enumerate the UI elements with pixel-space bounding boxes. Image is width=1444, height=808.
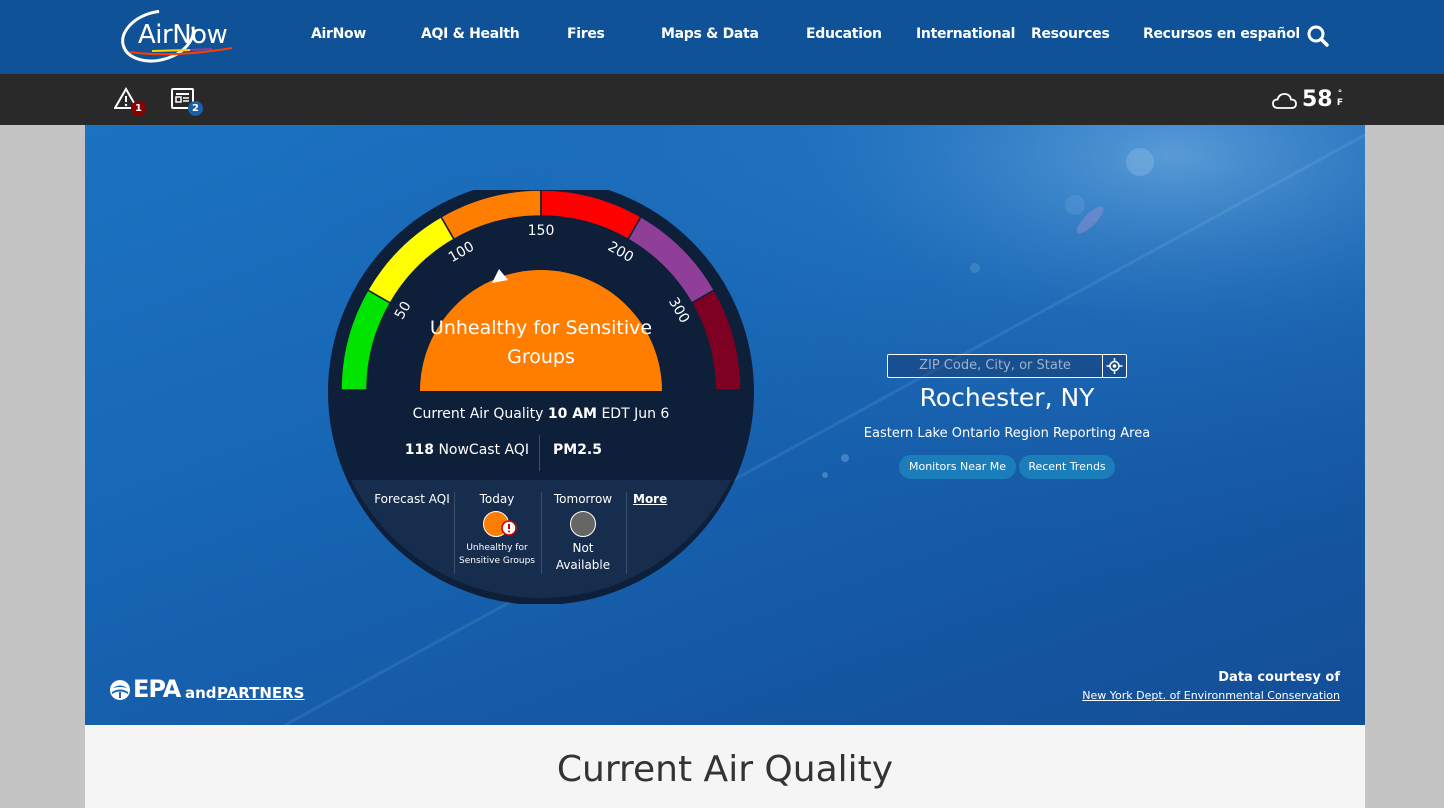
alerts-button[interactable]: 1 bbox=[113, 86, 150, 118]
forecast-today[interactable]: Today Unhealthy for Sensitive Groups bbox=[457, 492, 537, 568]
current-air-quality-line: Current Air Quality 10 AM EDT Jun 6 bbox=[327, 406, 755, 422]
and-text: and bbox=[185, 684, 217, 702]
alerts-count-badge: 1 bbox=[131, 101, 146, 116]
gauge-tick-label: 150 bbox=[528, 223, 555, 239]
nav-education[interactable]: Education bbox=[806, 26, 882, 42]
aqi-label: NowCast AQI bbox=[438, 442, 529, 458]
today-dot bbox=[483, 511, 517, 539]
forecast-label: Forecast AQI bbox=[374, 492, 450, 506]
recent-trends-button[interactable]: Recent Trends bbox=[1019, 455, 1115, 479]
search-icon[interactable] bbox=[1306, 24, 1330, 48]
tomorrow-status: Not Available bbox=[555, 541, 611, 572]
courtesy-label: Data courtesy of bbox=[1218, 670, 1340, 685]
forecast-more-link[interactable]: More bbox=[633, 492, 667, 506]
news-count-badge: 2 bbox=[188, 101, 203, 116]
data-courtesy: Data courtesy of New York Dept. of Envir… bbox=[1082, 670, 1340, 702]
reporting-area: Eastern Lake Ontario Region Reporting Ar… bbox=[863, 426, 1151, 441]
today-category: Unhealthy for Sensitive Groups bbox=[459, 543, 535, 566]
page-title: Current Air Quality bbox=[556, 749, 894, 790]
nav-recursos-espanol[interactable]: Recursos en español bbox=[1143, 26, 1300, 42]
nowcast-aqi: 118 NowCast AQI bbox=[403, 442, 529, 458]
crosshair-icon bbox=[1106, 358, 1123, 374]
current-time: 10 AM bbox=[547, 406, 597, 422]
pollutant-label[interactable]: PM2.5 bbox=[553, 442, 602, 458]
temperature-value: 58 bbox=[1302, 87, 1333, 112]
nav-airnow[interactable]: AirNow bbox=[311, 26, 366, 42]
unit-letter: F bbox=[1336, 98, 1344, 108]
nav-international[interactable]: International bbox=[916, 26, 1015, 42]
location-city: Rochester, NY bbox=[919, 383, 1095, 412]
aqi-category-text: Unhealthy for Sensitive Groups bbox=[429, 317, 653, 368]
use-location-button[interactable] bbox=[1102, 354, 1127, 378]
courtesy-org-link[interactable]: New York Dept. of Environmental Conserva… bbox=[1082, 689, 1340, 702]
exclamation-icon bbox=[501, 520, 517, 536]
airnow-logo[interactable]: AirNow bbox=[112, 4, 236, 68]
cloud-icon bbox=[1272, 93, 1297, 109]
aqi-value: 118 bbox=[404, 442, 434, 458]
main-content: Current Air Quality bbox=[85, 725, 1365, 808]
news-button[interactable]: 2 bbox=[170, 86, 206, 118]
aqi-divider bbox=[539, 435, 540, 471]
partners-link[interactable]: PARTNERS bbox=[217, 684, 305, 702]
monitors-near-me-button[interactable]: Monitors Near Me bbox=[899, 455, 1016, 479]
forecast-tomorrow[interactable]: Tomorrow Not Available bbox=[542, 492, 624, 574]
nav-aqi-health[interactable]: AQI & Health bbox=[421, 26, 520, 42]
today-label: Today bbox=[479, 492, 515, 506]
forecast-divider-3 bbox=[626, 492, 627, 574]
hero-panel: 50 100 150 200 300 Unhealthy for Sensitive G… bbox=[85, 125, 1365, 725]
current-date: EDT Jun 6 bbox=[601, 406, 670, 422]
epa-logo-icon bbox=[110, 680, 130, 700]
site-header: AirNow AirNow AQI & Health Fires Maps & … bbox=[0, 0, 1444, 74]
tomorrow-label: Tomorrow bbox=[553, 492, 613, 506]
alert-bar: 1 2 58 ° F bbox=[0, 74, 1444, 125]
tomorrow-dot bbox=[570, 511, 596, 537]
logo-text: AirNow bbox=[138, 20, 228, 50]
nav-maps-data[interactable]: Maps & Data bbox=[661, 26, 759, 42]
forecast-divider-1 bbox=[454, 492, 455, 574]
location-search-input[interactable]: ZIP Code, City, or State bbox=[887, 354, 1103, 378]
current-label: Current Air Quality bbox=[412, 406, 544, 422]
nav-resources[interactable]: Resources bbox=[1031, 26, 1110, 42]
temperature-unit: ° F bbox=[1335, 90, 1345, 108]
aqi-gauge: 50 100 150 200 300 Unhealthy for Sensitive G… bbox=[327, 179, 755, 605]
epa-text: EPA bbox=[133, 675, 181, 703]
nav-fires[interactable]: Fires bbox=[567, 26, 605, 42]
